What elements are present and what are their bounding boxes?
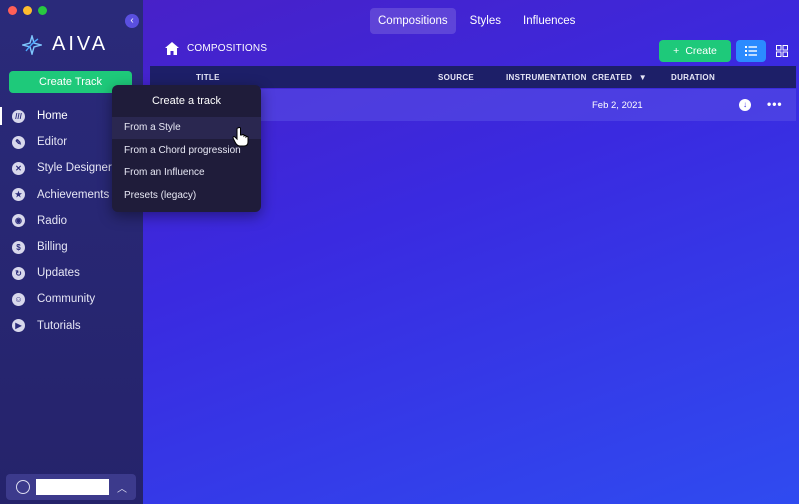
sidebar-item-label: Home	[37, 110, 68, 123]
close-window-button[interactable]	[8, 6, 17, 15]
user-name	[36, 479, 109, 495]
collapse-sidebar-icon[interactable]: ‹	[125, 14, 139, 28]
sidebar-item-label: Editor	[37, 136, 68, 149]
medal-icon: ★	[12, 188, 25, 202]
menu-title: Create a track	[151, 95, 222, 107]
column-header-source[interactable]: SOURCE	[438, 73, 474, 82]
minimize-window-button[interactable]	[23, 6, 32, 15]
aiva-logo-icon	[22, 34, 42, 55]
column-header-title[interactable]: TITLE	[196, 73, 220, 82]
create-button-label: Create	[685, 45, 717, 57]
chevron-up-icon: ︿	[117, 483, 127, 495]
brand-name: AIVA	[52, 33, 109, 55]
window-controls	[8, 6, 47, 15]
play-icon: ▶	[12, 319, 25, 333]
avatar	[16, 480, 30, 494]
sidebar-item-label: Updates	[37, 267, 80, 280]
sidebar-item-label: Billing	[37, 241, 68, 254]
create-button[interactable]: + Create	[659, 40, 731, 62]
list-view-button[interactable]	[736, 40, 766, 62]
refresh-icon: ↻	[12, 266, 25, 280]
radio-icon: ◉	[12, 214, 25, 228]
top-tabs: Compositions Styles Influences	[370, 8, 583, 34]
home-icon[interactable]	[165, 42, 179, 55]
breadcrumb: COMPOSITIONS	[165, 42, 267, 55]
create-track-menu: Create a track From a Style From a Chord…	[112, 85, 261, 212]
menu-item-presets-legacy[interactable]: Presets (legacy)	[112, 185, 261, 207]
grid-icon	[776, 45, 788, 57]
app-logo: AIVA	[22, 33, 108, 56]
discord-icon: ☺	[12, 292, 25, 306]
sidebar-item-label: Tutorials	[37, 319, 81, 332]
row-created: Feb 2, 2021	[592, 100, 643, 111]
user-menu[interactable]: ︿	[6, 474, 136, 500]
list-icon	[745, 46, 757, 56]
column-header-created[interactable]: CREATED ▼	[592, 73, 647, 82]
home-logo-icon: ///	[12, 109, 25, 123]
maximize-window-button[interactable]	[38, 6, 47, 15]
sidebar-item-tutorials[interactable]: ▶ Tutorials	[0, 313, 143, 339]
column-header-duration[interactable]: DURATION	[671, 73, 715, 82]
sidebar-item-label: Radio	[37, 214, 68, 227]
grid-view-button[interactable]	[768, 40, 796, 62]
sort-down-icon: ▼	[638, 73, 647, 82]
pencil-icon: ✎	[12, 135, 25, 149]
more-options-icon[interactable]: •••	[767, 97, 783, 111]
page-title: COMPOSITIONS	[187, 43, 268, 54]
sidebar-item-label: Style Designer	[37, 162, 112, 175]
tab-styles[interactable]: Styles	[462, 8, 509, 34]
dollar-icon: $	[12, 240, 25, 254]
style-icon: ✕	[12, 161, 25, 175]
download-icon[interactable]: ↓	[739, 99, 751, 111]
sidebar-item-billing[interactable]: $ Billing	[0, 234, 143, 260]
tab-compositions[interactable]: Compositions	[370, 8, 456, 34]
menu-item-from-influence[interactable]: From an Influence	[112, 162, 261, 184]
sidebar-item-label: Community	[37, 293, 96, 306]
sidebar-item-updates[interactable]: ↻ Updates	[0, 260, 143, 286]
hand-cursor-icon	[232, 127, 249, 147]
tab-influences[interactable]: Influences	[515, 8, 583, 34]
plus-icon: +	[673, 45, 680, 57]
sidebar: ‹ AIVA Create Track /// Home ✎ Editor ✕ …	[0, 0, 143, 504]
column-header-label: CREATED	[592, 73, 633, 82]
column-header-instrumentation[interactable]: INSTRUMENTATION	[506, 73, 587, 82]
sidebar-item-label: Achievements	[37, 188, 110, 201]
sidebar-item-community[interactable]: ☺ Community	[0, 286, 143, 312]
